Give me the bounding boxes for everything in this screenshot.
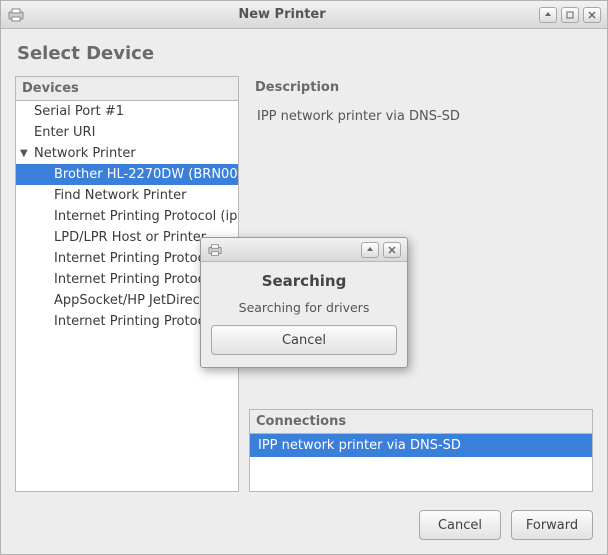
chevron-down-icon: ▼ (20, 148, 30, 159)
connection-ipp-dnssd[interactable]: IPP network printer via DNS-SD (250, 434, 592, 457)
device-find-network-printer[interactable]: Find Network Printer (16, 185, 238, 206)
device-enter-uri[interactable]: Enter URI (16, 122, 238, 143)
window-move-up-button[interactable] (539, 7, 557, 23)
connections-label: Connections (250, 410, 592, 434)
searching-dialog: Searching Searching for drivers Cancel (200, 237, 408, 368)
cancel-button[interactable]: Cancel (419, 510, 501, 540)
device-group-network[interactable]: ▼ Network Printer (16, 143, 238, 164)
window-close-button[interactable] (583, 7, 601, 23)
window-controls (539, 7, 601, 23)
dialog-close-button[interactable] (383, 242, 401, 258)
dialog-move-up-button[interactable] (361, 242, 379, 258)
window-title: New Printer (31, 7, 533, 22)
dialog-body: Searching Searching for drivers Cancel (201, 262, 407, 367)
device-brother-hl2270dw[interactable]: Brother HL-2270DW (BRN001 (16, 164, 238, 185)
page-heading: Select Device (17, 43, 593, 64)
dialog-cancel-button[interactable]: Cancel (211, 325, 397, 355)
device-group-network-label: Network Printer (34, 146, 136, 161)
window-titlebar: New Printer (1, 1, 607, 29)
dialog-heading: Searching (262, 272, 347, 290)
forward-button[interactable]: Forward (511, 510, 593, 540)
connections-empty-area (250, 457, 592, 491)
dialog-message: Searching for drivers (239, 300, 370, 315)
devices-label: Devices (15, 76, 239, 100)
printer-icon (207, 243, 223, 257)
device-serial-port[interactable]: Serial Port #1 (16, 101, 238, 122)
connections-box: Connections IPP network printer via DNS-… (249, 409, 593, 492)
dialog-window-controls (361, 242, 401, 258)
printer-icon (7, 7, 25, 23)
description-text: IPP network printer via DNS-SD (249, 107, 593, 126)
window-maximize-button[interactable] (561, 7, 579, 23)
dialog-titlebar (201, 238, 407, 262)
device-ipp-1[interactable]: Internet Printing Protocol (ipp (16, 206, 238, 227)
description-label: Description (249, 76, 593, 99)
dialog-footer: Cancel Forward (15, 492, 593, 540)
